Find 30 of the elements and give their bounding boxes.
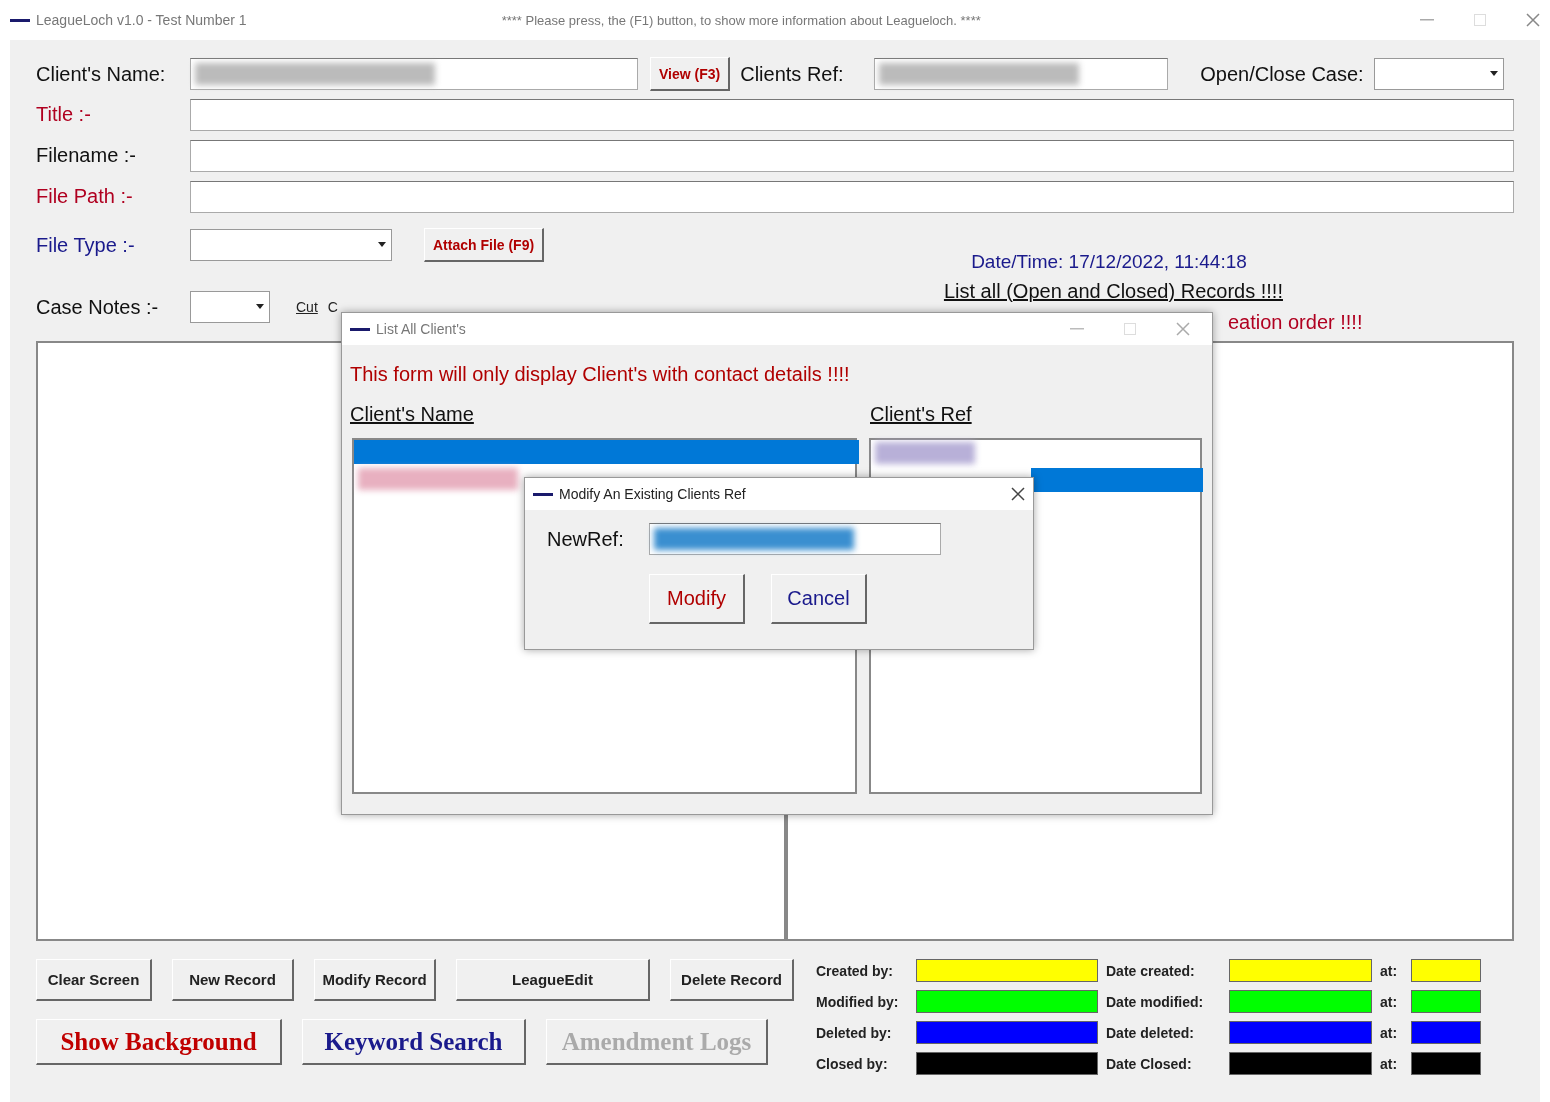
audit-label: Date modified: — [1106, 993, 1205, 1010]
audit-label: Date deleted: — [1106, 1024, 1195, 1041]
field-label: Client's Name: — [36, 62, 167, 86]
field-label: File Path :- — [36, 185, 134, 208]
audit-label: Modified by: — [816, 993, 900, 1010]
audit-label: Date Closed: — [1106, 1055, 1193, 1072]
audit-label: Created by: — [816, 962, 895, 979]
field-label: Case Notes :- — [36, 295, 160, 319]
field-label: Filename :- — [36, 144, 138, 167]
dialog-title: Modify An Existing Clients Ref — [559, 486, 746, 502]
audit-label: at: — [1380, 1024, 1399, 1041]
help-notice: **** Please press, the (F1) button, to show more information about Leagueloch. **** — [501, 12, 981, 28]
sort-order-text: eation order !!!! — [1227, 311, 1363, 334]
window-title: LeagueLoch v1.0 - Test Number 1 — [36, 12, 247, 28]
audit-label: Closed by: — [816, 1055, 889, 1072]
column-header: Client's Name — [350, 403, 475, 426]
field-label: File Type :- — [36, 233, 136, 257]
dialog-title: List All Client's — [376, 321, 466, 337]
field-label: NewRef: — [547, 527, 625, 551]
audit-label: at: — [1380, 993, 1399, 1010]
audit-label: at: — [1380, 962, 1399, 979]
datetime-text: Date/Time: 17/12/2022, 11:44:18 — [971, 251, 1247, 273]
field-label: Clients Ref: — [740, 62, 845, 86]
audit-label: Date created: — [1106, 962, 1196, 979]
warning-text: This form will only display Client's with contact details !!!! — [350, 363, 851, 386]
field-label: Open/Close Case: — [1200, 62, 1364, 86]
column-header: Client's Ref — [870, 403, 972, 426]
audit-label: at: — [1380, 1055, 1399, 1072]
field-label: Title :- — [36, 103, 92, 126]
audit-label: Deleted by: — [816, 1024, 893, 1041]
